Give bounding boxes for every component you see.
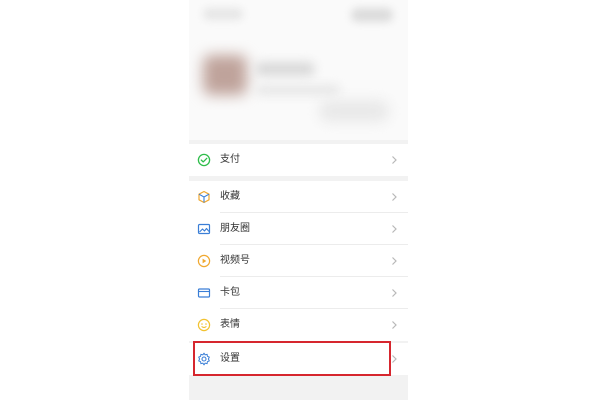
- blurred-status-button[interactable]: [319, 100, 389, 122]
- chevron-right-icon: [392, 289, 397, 297]
- chevron-right-icon: [392, 355, 397, 363]
- menu-item-favorites[interactable]: 收藏: [189, 181, 408, 213]
- chevron-right-icon: [392, 257, 397, 265]
- card-icon: [197, 288, 211, 298]
- menu-item-label: 设置: [220, 353, 240, 364]
- cube-icon: [198, 190, 210, 204]
- blurred-nickname: [255, 62, 315, 76]
- menu-item-label: 卡包: [220, 287, 240, 298]
- settings-section: 设置: [189, 343, 408, 375]
- menu-item-label: 支付: [220, 154, 240, 165]
- features-section: 收藏 朋友圈 视频号 卡包 表情: [189, 181, 408, 341]
- chevron-right-icon: [392, 321, 397, 329]
- gear-icon: [198, 352, 210, 366]
- chevron-right-icon: [392, 156, 397, 164]
- wechat-pay-icon: [197, 153, 211, 167]
- menu-item-moments[interactable]: 朋友圈: [189, 213, 408, 245]
- chevron-right-icon: [392, 193, 397, 201]
- blurred-wechat-id: [255, 85, 340, 95]
- pay-section: 支付: [189, 144, 408, 176]
- menu-item-pay[interactable]: 支付: [189, 144, 408, 176]
- menu-item-label: 视频号: [220, 255, 250, 266]
- blurred-status-right: [351, 8, 393, 22]
- smiley-icon: [197, 318, 211, 332]
- menu-item-settings[interactable]: 设置: [189, 343, 408, 375]
- menu-item-channels[interactable]: 视频号: [189, 245, 408, 277]
- chevron-right-icon: [392, 225, 397, 233]
- menu-item-cards[interactable]: 卡包: [189, 277, 408, 309]
- menu-item-label: 表情: [220, 319, 240, 330]
- menu-item-label: 朋友圈: [220, 223, 250, 234]
- image-icon: [197, 223, 211, 235]
- me-tab-screen: 支付 收藏 朋友圈 视频号 卡包 表情 设置: [189, 0, 408, 400]
- menu-item-stickers[interactable]: 表情: [189, 309, 408, 341]
- avatar[interactable]: [203, 55, 247, 95]
- profile-header[interactable]: [189, 0, 408, 140]
- menu-item-label: 收藏: [220, 191, 240, 202]
- play-circle-icon: [197, 254, 211, 268]
- page: 支付 收藏 朋友圈 视频号 卡包 表情 设置: [0, 0, 600, 400]
- blurred-status-left: [203, 8, 243, 20]
